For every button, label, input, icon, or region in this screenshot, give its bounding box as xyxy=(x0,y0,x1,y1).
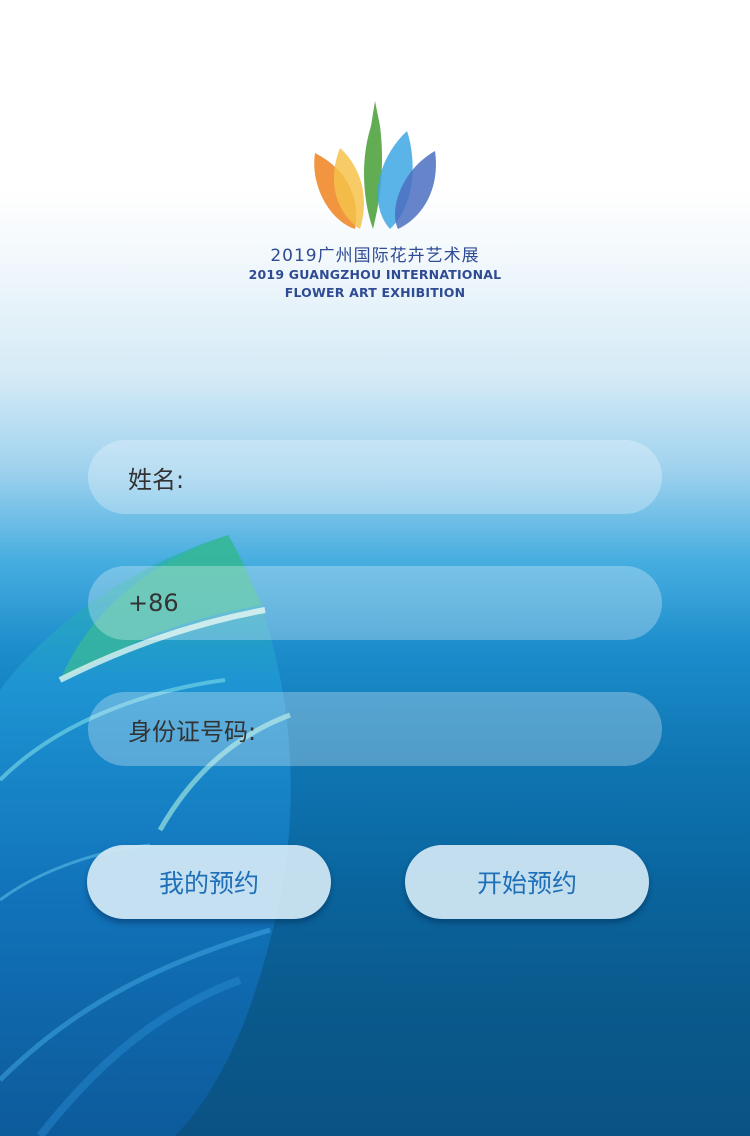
flower-logo-icon xyxy=(314,101,436,229)
phone-input[interactable] xyxy=(178,566,662,640)
logo-title-chinese: 2019广州国际花卉艺术展 xyxy=(270,246,480,266)
phone-field[interactable]: +86 xyxy=(88,566,662,640)
logo-title-english-line1: 2019 GUANGZHOU INTERNATIONAL xyxy=(248,267,502,282)
my-booking-button[interactable]: 我的预约 xyxy=(87,845,331,919)
id-number-label: 身份证号码: xyxy=(128,717,257,746)
name-label: 姓名: xyxy=(128,465,185,494)
exhibition-logo: 2019广州国际花卉艺术展 2019 GUANGZHOU INTERNATION… xyxy=(0,96,750,302)
phone-country-code: +86 xyxy=(128,589,179,617)
name-input[interactable] xyxy=(184,440,662,514)
logo-title-english-line2: FLOWER ART EXHIBITION xyxy=(284,285,466,300)
id-number-field[interactable]: 身份证号码: xyxy=(88,692,662,766)
id-number-input[interactable] xyxy=(256,692,662,766)
name-field[interactable]: 姓名: xyxy=(88,440,662,514)
start-booking-button[interactable]: 开始预约 xyxy=(405,845,649,919)
